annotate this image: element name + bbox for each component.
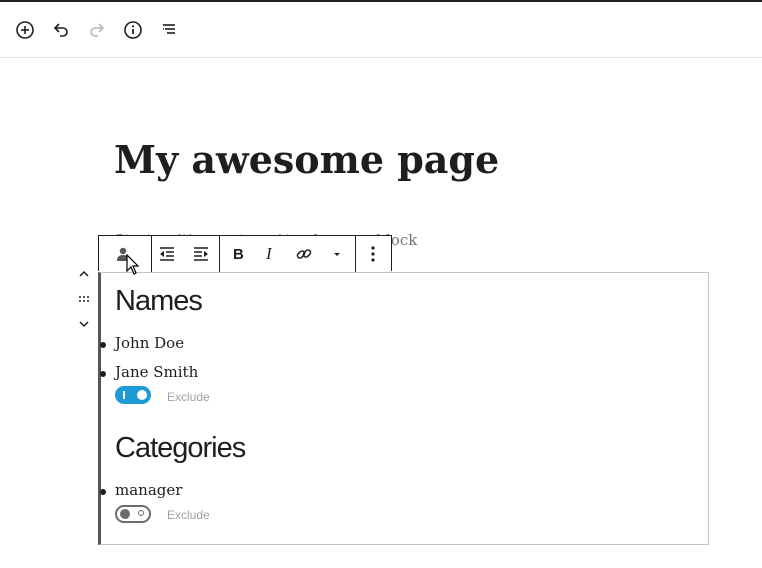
editor-toolbar xyxy=(0,2,762,58)
bold-icon[interactable]: B xyxy=(227,243,249,265)
indent-group xyxy=(151,236,220,272)
add-block-icon[interactable] xyxy=(13,18,37,42)
page-title[interactable]: My awesome page xyxy=(114,137,499,182)
dropdown-arrow-icon[interactable] xyxy=(326,243,348,265)
exclude-label: Exclude xyxy=(167,508,210,522)
drag-handle-icon[interactable] xyxy=(72,289,96,309)
move-up-icon[interactable] xyxy=(72,264,96,284)
format-group: B I xyxy=(219,236,356,272)
exclude-toggle[interactable] xyxy=(115,505,151,523)
toggle-off-mark xyxy=(138,510,144,516)
italic-icon[interactable]: I xyxy=(259,243,281,265)
block-toolbar: B I xyxy=(98,235,392,272)
section-heading: Names xyxy=(115,285,203,317)
outdent-icon[interactable] xyxy=(156,243,178,265)
move-down-icon[interactable] xyxy=(72,314,96,334)
block-mover xyxy=(72,264,96,334)
mouse-cursor-icon xyxy=(126,254,140,275)
list-item[interactable]: John Doe xyxy=(100,334,185,352)
bullet xyxy=(100,342,106,348)
link-icon[interactable] xyxy=(293,243,315,265)
more-options-icon[interactable] xyxy=(362,243,384,265)
list-item-label: manager xyxy=(115,481,183,499)
list-item-label: John Doe xyxy=(115,334,185,352)
more-group xyxy=(355,236,391,272)
outline-icon[interactable] xyxy=(157,18,181,42)
toggle-knob xyxy=(120,509,130,519)
svg-text:I: I xyxy=(265,245,273,263)
svg-text:B: B xyxy=(233,246,244,263)
bullet xyxy=(100,489,106,495)
redo-icon[interactable] xyxy=(85,18,109,42)
list-item-label: Jane Smith xyxy=(115,363,199,381)
list-block[interactable]: Names John Doe Jane Smith Exclude Catego… xyxy=(98,272,709,545)
list-item[interactable]: manager xyxy=(100,481,183,499)
toggle-knob xyxy=(137,390,147,400)
bullet xyxy=(100,371,106,377)
toggle-on-mark xyxy=(123,391,125,399)
info-icon[interactable] xyxy=(121,18,145,42)
section-heading: Categories xyxy=(115,432,246,464)
exclude-label: Exclude xyxy=(167,390,210,404)
exclude-toggle[interactable] xyxy=(115,386,151,404)
indent-icon[interactable] xyxy=(190,243,212,265)
undo-icon[interactable] xyxy=(49,18,73,42)
list-item[interactable]: Jane Smith xyxy=(100,363,199,381)
